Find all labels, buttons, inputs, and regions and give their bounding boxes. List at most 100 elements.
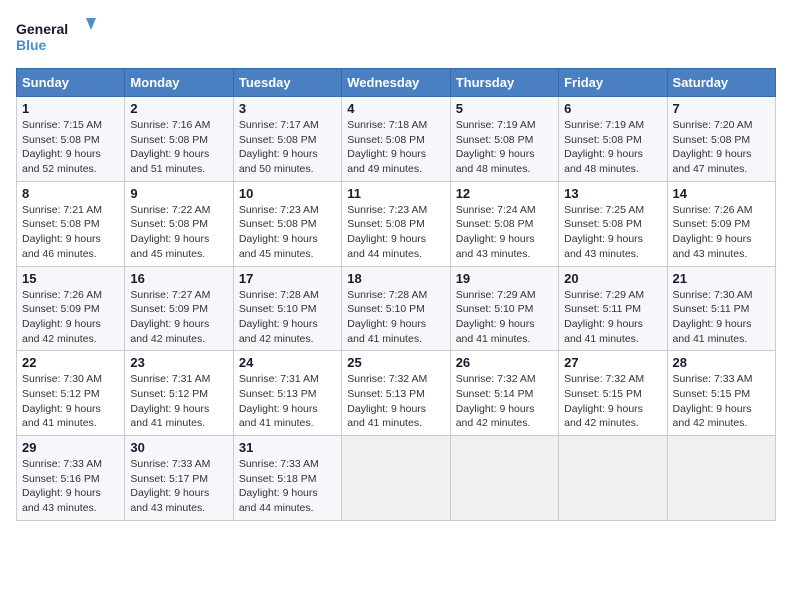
day-info: Sunrise: 7:32 AMSunset: 5:13 PMDaylight:… — [347, 372, 444, 431]
day-number: 18 — [347, 271, 444, 286]
calendar-cell: 26 Sunrise: 7:32 AMSunset: 5:14 PMDaylig… — [450, 351, 558, 436]
calendar-cell: 21 Sunrise: 7:30 AMSunset: 5:11 PMDaylig… — [667, 266, 775, 351]
day-number: 7 — [673, 101, 770, 116]
day-number: 5 — [456, 101, 553, 116]
day-number: 10 — [239, 186, 336, 201]
day-info: Sunrise: 7:33 AMSunset: 5:18 PMDaylight:… — [239, 457, 336, 516]
day-number: 27 — [564, 355, 661, 370]
calendar-cell: 3 Sunrise: 7:17 AMSunset: 5:08 PMDayligh… — [233, 97, 341, 182]
day-header-thursday: Thursday — [450, 69, 558, 97]
day-info: Sunrise: 7:32 AMSunset: 5:14 PMDaylight:… — [456, 372, 553, 431]
day-info: Sunrise: 7:31 AMSunset: 5:13 PMDaylight:… — [239, 372, 336, 431]
page-header: General Blue — [16, 16, 776, 56]
logo: General Blue — [16, 16, 96, 56]
calendar-cell: 4 Sunrise: 7:18 AMSunset: 5:08 PMDayligh… — [342, 97, 450, 182]
day-info: Sunrise: 7:20 AMSunset: 5:08 PMDaylight:… — [673, 118, 770, 177]
calendar-cell: 27 Sunrise: 7:32 AMSunset: 5:15 PMDaylig… — [559, 351, 667, 436]
day-info: Sunrise: 7:19 AMSunset: 5:08 PMDaylight:… — [456, 118, 553, 177]
calendar-cell: 18 Sunrise: 7:28 AMSunset: 5:10 PMDaylig… — [342, 266, 450, 351]
day-info: Sunrise: 7:15 AMSunset: 5:08 PMDaylight:… — [22, 118, 119, 177]
day-number: 1 — [22, 101, 119, 116]
day-info: Sunrise: 7:28 AMSunset: 5:10 PMDaylight:… — [347, 288, 444, 347]
day-number: 3 — [239, 101, 336, 116]
day-info: Sunrise: 7:23 AMSunset: 5:08 PMDaylight:… — [347, 203, 444, 262]
day-info: Sunrise: 7:24 AMSunset: 5:08 PMDaylight:… — [456, 203, 553, 262]
day-info: Sunrise: 7:29 AMSunset: 5:10 PMDaylight:… — [456, 288, 553, 347]
calendar-cell: 6 Sunrise: 7:19 AMSunset: 5:08 PMDayligh… — [559, 97, 667, 182]
day-info: Sunrise: 7:26 AMSunset: 5:09 PMDaylight:… — [22, 288, 119, 347]
calendar-cell: 13 Sunrise: 7:25 AMSunset: 5:08 PMDaylig… — [559, 181, 667, 266]
day-header-tuesday: Tuesday — [233, 69, 341, 97]
calendar-cell: 8 Sunrise: 7:21 AMSunset: 5:08 PMDayligh… — [17, 181, 125, 266]
day-number: 22 — [22, 355, 119, 370]
day-info: Sunrise: 7:30 AMSunset: 5:12 PMDaylight:… — [22, 372, 119, 431]
calendar-table: SundayMondayTuesdayWednesdayThursdayFrid… — [16, 68, 776, 521]
calendar-cell: 11 Sunrise: 7:23 AMSunset: 5:08 PMDaylig… — [342, 181, 450, 266]
svg-text:General: General — [16, 21, 68, 37]
day-header-saturday: Saturday — [667, 69, 775, 97]
day-info: Sunrise: 7:33 AMSunset: 5:15 PMDaylight:… — [673, 372, 770, 431]
day-number: 12 — [456, 186, 553, 201]
calendar-cell: 25 Sunrise: 7:32 AMSunset: 5:13 PMDaylig… — [342, 351, 450, 436]
day-number: 28 — [673, 355, 770, 370]
calendar-cell — [559, 436, 667, 521]
day-number: 11 — [347, 186, 444, 201]
calendar-cell — [450, 436, 558, 521]
calendar-cell: 28 Sunrise: 7:33 AMSunset: 5:15 PMDaylig… — [667, 351, 775, 436]
calendar-cell: 30 Sunrise: 7:33 AMSunset: 5:17 PMDaylig… — [125, 436, 233, 521]
svg-text:Blue: Blue — [16, 37, 47, 53]
calendar-cell: 1 Sunrise: 7:15 AMSunset: 5:08 PMDayligh… — [17, 97, 125, 182]
logo-svg: General Blue — [16, 16, 96, 56]
calendar-cell: 10 Sunrise: 7:23 AMSunset: 5:08 PMDaylig… — [233, 181, 341, 266]
calendar-cell: 31 Sunrise: 7:33 AMSunset: 5:18 PMDaylig… — [233, 436, 341, 521]
day-info: Sunrise: 7:32 AMSunset: 5:15 PMDaylight:… — [564, 372, 661, 431]
calendar-cell: 2 Sunrise: 7:16 AMSunset: 5:08 PMDayligh… — [125, 97, 233, 182]
day-number: 24 — [239, 355, 336, 370]
day-info: Sunrise: 7:25 AMSunset: 5:08 PMDaylight:… — [564, 203, 661, 262]
calendar-cell — [342, 436, 450, 521]
calendar-cell: 17 Sunrise: 7:28 AMSunset: 5:10 PMDaylig… — [233, 266, 341, 351]
day-info: Sunrise: 7:18 AMSunset: 5:08 PMDaylight:… — [347, 118, 444, 177]
calendar-cell: 22 Sunrise: 7:30 AMSunset: 5:12 PMDaylig… — [17, 351, 125, 436]
day-info: Sunrise: 7:26 AMSunset: 5:09 PMDaylight:… — [673, 203, 770, 262]
day-number: 26 — [456, 355, 553, 370]
day-number: 23 — [130, 355, 227, 370]
day-number: 4 — [347, 101, 444, 116]
day-info: Sunrise: 7:22 AMSunset: 5:08 PMDaylight:… — [130, 203, 227, 262]
day-number: 8 — [22, 186, 119, 201]
day-number: 14 — [673, 186, 770, 201]
calendar-cell: 16 Sunrise: 7:27 AMSunset: 5:09 PMDaylig… — [125, 266, 233, 351]
calendar-cell: 9 Sunrise: 7:22 AMSunset: 5:08 PMDayligh… — [125, 181, 233, 266]
day-number: 16 — [130, 271, 227, 286]
day-header-sunday: Sunday — [17, 69, 125, 97]
day-number: 19 — [456, 271, 553, 286]
day-number: 9 — [130, 186, 227, 201]
day-number: 21 — [673, 271, 770, 286]
calendar-cell: 19 Sunrise: 7:29 AMSunset: 5:10 PMDaylig… — [450, 266, 558, 351]
day-number: 30 — [130, 440, 227, 455]
day-info: Sunrise: 7:17 AMSunset: 5:08 PMDaylight:… — [239, 118, 336, 177]
day-info: Sunrise: 7:19 AMSunset: 5:08 PMDaylight:… — [564, 118, 661, 177]
calendar-cell: 12 Sunrise: 7:24 AMSunset: 5:08 PMDaylig… — [450, 181, 558, 266]
day-header-wednesday: Wednesday — [342, 69, 450, 97]
calendar-cell — [667, 436, 775, 521]
day-info: Sunrise: 7:29 AMSunset: 5:11 PMDaylight:… — [564, 288, 661, 347]
day-number: 25 — [347, 355, 444, 370]
day-number: 2 — [130, 101, 227, 116]
day-header-friday: Friday — [559, 69, 667, 97]
day-number: 31 — [239, 440, 336, 455]
calendar-cell: 23 Sunrise: 7:31 AMSunset: 5:12 PMDaylig… — [125, 351, 233, 436]
day-info: Sunrise: 7:28 AMSunset: 5:10 PMDaylight:… — [239, 288, 336, 347]
calendar-cell: 15 Sunrise: 7:26 AMSunset: 5:09 PMDaylig… — [17, 266, 125, 351]
day-number: 17 — [239, 271, 336, 286]
day-number: 6 — [564, 101, 661, 116]
calendar-cell: 29 Sunrise: 7:33 AMSunset: 5:16 PMDaylig… — [17, 436, 125, 521]
day-info: Sunrise: 7:27 AMSunset: 5:09 PMDaylight:… — [130, 288, 227, 347]
day-number: 13 — [564, 186, 661, 201]
calendar-cell: 20 Sunrise: 7:29 AMSunset: 5:11 PMDaylig… — [559, 266, 667, 351]
day-number: 29 — [22, 440, 119, 455]
calendar-header: SundayMondayTuesdayWednesdayThursdayFrid… — [17, 69, 776, 97]
day-info: Sunrise: 7:33 AMSunset: 5:17 PMDaylight:… — [130, 457, 227, 516]
day-info: Sunrise: 7:31 AMSunset: 5:12 PMDaylight:… — [130, 372, 227, 431]
day-info: Sunrise: 7:23 AMSunset: 5:08 PMDaylight:… — [239, 203, 336, 262]
